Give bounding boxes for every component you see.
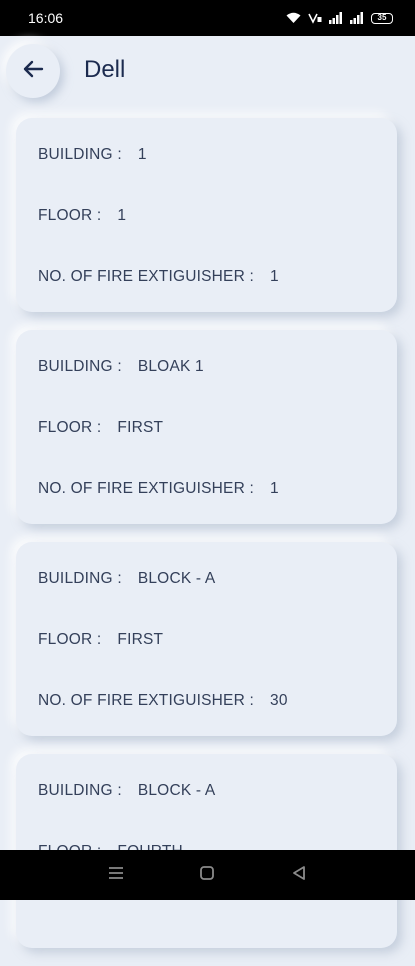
- building-value: 1: [137, 146, 147, 163]
- menu-icon: [108, 866, 124, 885]
- floor-row: FLOOR : FIRST: [38, 631, 163, 649]
- fire-extinguisher-label: NO. OF FIRE EXTIGUISHER :: [38, 480, 254, 497]
- fire-extinguisher-value: 1: [270, 480, 279, 497]
- fire-extinguisher-value: 1: [270, 268, 279, 285]
- fire-extinguisher-label: NO. OF FIRE EXTIGUISHER :: [38, 692, 254, 709]
- app-header: Dell: [0, 36, 415, 104]
- signal-icon-2: [350, 12, 364, 24]
- record-card[interactable]: BUILDING : BLOCK - A FLOOR : FIRST NO. OF …: [16, 542, 397, 736]
- signal-icon-1: [329, 12, 343, 24]
- fire-extinguisher-value: 30: [270, 692, 288, 709]
- system-back-button[interactable]: [279, 855, 319, 895]
- record-card[interactable]: BUILDING : BLOAK 1 FLOOR : FIRST NO. OF FI…: [16, 330, 397, 524]
- fire-extinguisher-row: NO. OF FIRE EXTIGUISHER : 1: [38, 480, 279, 498]
- floor-row: FLOOR : FIRST: [38, 419, 163, 437]
- floor-row: FLOOR : 1: [38, 207, 126, 225]
- floor-label: FLOOR :: [38, 207, 102, 224]
- recents-button[interactable]: [96, 855, 136, 895]
- triangle-back-icon: [291, 865, 307, 886]
- building-label: BUILDING :: [38, 570, 122, 587]
- building-value: BLOAK 1: [137, 358, 204, 375]
- wifi-icon: [286, 12, 301, 24]
- floor-label: FLOOR :: [38, 631, 102, 648]
- arrow-left-icon: [22, 60, 44, 83]
- fire-extinguisher-label: NO. OF FIRE EXTIGUISHER :: [38, 268, 254, 285]
- navigation-bar: [0, 850, 415, 900]
- fire-extinguisher-row: NO. OF FIRE EXTIGUISHER : 30: [38, 692, 288, 710]
- building-row: BUILDING : 1: [38, 146, 147, 164]
- floor-value: FIRST: [117, 631, 164, 648]
- building-value: BLOCK - A: [137, 782, 216, 799]
- record-list[interactable]: BUILDING : 1 FLOOR : 1 NO. OF FIRE EXTIGUI…: [16, 118, 397, 966]
- fire-extinguisher-row: NO. OF FIRE EXTIGUISHER : 1: [38, 268, 279, 286]
- floor-label: FLOOR :: [38, 419, 102, 436]
- back-button[interactable]: [6, 44, 60, 98]
- building-value: BLOCK - A: [137, 570, 216, 587]
- battery-icon: 35: [371, 12, 393, 24]
- home-square-icon: [199, 865, 215, 886]
- floor-value: FIRST: [117, 419, 164, 436]
- floor-value: 1: [117, 207, 127, 224]
- home-button[interactable]: [187, 855, 227, 895]
- building-row: BUILDING : BLOCK - A: [38, 570, 215, 588]
- volte-icon: [308, 12, 322, 24]
- building-label: BUILDING :: [38, 782, 122, 799]
- building-label: BUILDING :: [38, 146, 122, 163]
- status-time: 16:06: [28, 10, 64, 26]
- status-bar: 16:06 35: [0, 0, 415, 36]
- status-icons: 35: [286, 12, 393, 24]
- page-title: Dell: [84, 56, 126, 83]
- building-label: BUILDING :: [38, 358, 122, 375]
- building-row: BUILDING : BLOAK 1: [38, 358, 204, 376]
- record-card[interactable]: BUILDING : 1 FLOOR : 1 NO. OF FIRE EXTIGUI…: [16, 118, 397, 312]
- building-row: BUILDING : BLOCK - A: [38, 782, 215, 800]
